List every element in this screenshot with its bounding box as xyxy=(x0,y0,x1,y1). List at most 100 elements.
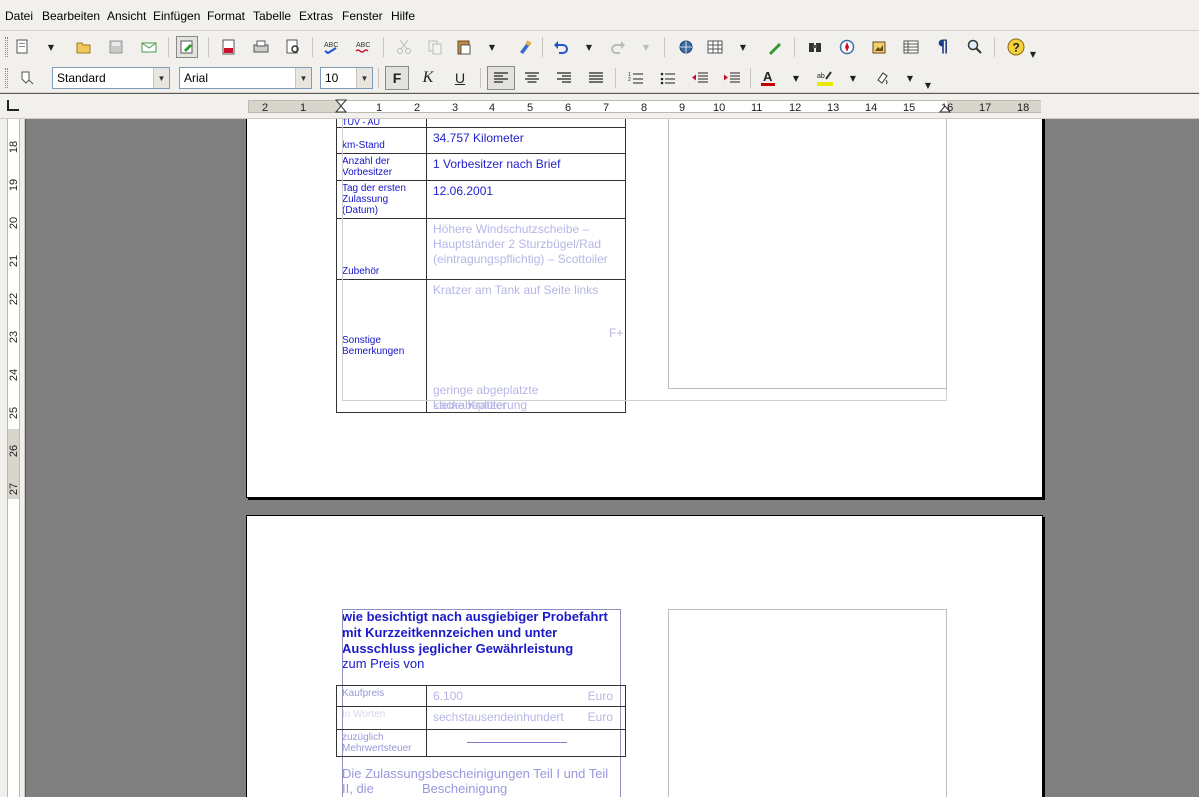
price-unit: Euro xyxy=(587,710,613,724)
menu-ansicht[interactable]: Ansicht xyxy=(107,9,146,23)
menu-bearbeiten[interactable]: Bearbeiten xyxy=(42,9,100,23)
page-2[interactable]: wie besichtigt nach ausgiebiger Probefah… xyxy=(246,515,1043,797)
menu-datei[interactable]: Datei xyxy=(5,9,33,23)
left-indent-marker[interactable] xyxy=(335,99,347,113)
paste-icon[interactable] xyxy=(453,36,475,58)
table-cell-value[interactable] xyxy=(426,729,626,757)
align-justify-icon[interactable] xyxy=(585,67,607,89)
price-table: Kaufpreis 6.100 Euro In Worten sechstaus… xyxy=(336,685,626,757)
svg-text:ABC: ABC xyxy=(324,42,338,49)
horizontal-ruler[interactable]: 2 1 1 2 3 4 5 6 7 8 9 10 11 12 13 14 15 … xyxy=(0,94,1199,119)
ruler-tick-label: 8 xyxy=(641,102,648,114)
chevron-down-icon[interactable]: ▼ xyxy=(738,36,748,58)
spellcheck-icon[interactable]: ABC xyxy=(321,36,343,58)
ruler-tick-label: 14 xyxy=(865,102,878,114)
tab-stop-selector[interactable] xyxy=(7,100,19,111)
chevron-down-icon[interactable]: ▼ xyxy=(584,36,594,58)
cut-icon[interactable] xyxy=(393,36,415,58)
document-area[interactable]: TÜV - AU km-Stand 34.757 Kilometer Anzah… xyxy=(26,119,1199,797)
chevron-down-icon[interactable]: ▼ xyxy=(905,67,915,89)
zoom-icon[interactable] xyxy=(964,36,986,58)
numbering-icon[interactable]: 12 xyxy=(625,67,647,89)
bold-button[interactable]: F xyxy=(385,66,409,90)
menu-fenster[interactable]: Fenster xyxy=(342,9,383,23)
help-icon[interactable]: ? xyxy=(1005,36,1027,58)
open-icon[interactable] xyxy=(73,36,95,58)
paragraph-style-select[interactable]: Standard ▼ xyxy=(52,67,170,89)
font-size-select[interactable]: 10 ▼ xyxy=(320,67,373,89)
export-pdf-icon[interactable] xyxy=(218,36,240,58)
vertical-ruler[interactable]: 18 19 20 21 22 23 24 25 26 27 xyxy=(0,119,25,797)
chevron-down-icon[interactable]: ▼ xyxy=(848,67,858,89)
edit-mode-icon[interactable] xyxy=(176,36,198,58)
image-frame[interactable] xyxy=(668,119,947,389)
chevron-down-icon[interactable]: ▼ xyxy=(356,68,372,88)
chevron-down-icon[interactable]: ▼ xyxy=(791,67,801,89)
draw-functions-icon[interactable] xyxy=(764,36,786,58)
page-1[interactable]: TÜV - AU km-Stand 34.757 Kilometer Anzah… xyxy=(246,119,1043,498)
align-right-icon[interactable] xyxy=(553,67,575,89)
menu-bar: Datei Bearbeiten Ansicht Einfügen Format… xyxy=(0,0,1199,31)
font-size-value: 10 xyxy=(325,71,339,85)
page-preview-icon[interactable] xyxy=(282,36,304,58)
table-row: zuzüglich Mehrwertsteuer xyxy=(336,729,626,757)
hyperlink-icon[interactable] xyxy=(675,36,697,58)
ruler-tick-label: 11 xyxy=(751,102,763,114)
data-sources-icon[interactable] xyxy=(900,36,922,58)
find-replace-icon[interactable] xyxy=(804,36,826,58)
new-document-icon[interactable] xyxy=(12,36,34,58)
navigator-icon[interactable] xyxy=(836,36,858,58)
menu-einfuegen[interactable]: Einfügen xyxy=(153,9,200,23)
format-paintbrush-icon[interactable] xyxy=(514,36,536,58)
toolbar-grip[interactable] xyxy=(5,68,8,88)
background-color-icon[interactable] xyxy=(871,67,893,89)
ruler-tick-label: 24 xyxy=(8,368,20,382)
table-cell-label[interactable]: Kaufpreis xyxy=(336,685,427,707)
menu-format[interactable]: Format xyxy=(207,9,245,23)
redo-icon[interactable] xyxy=(607,36,629,58)
highlighting-icon[interactable]: ab xyxy=(814,67,836,89)
undo-icon[interactable] xyxy=(550,36,572,58)
font-name-select[interactable]: Arial ▼ xyxy=(179,67,312,89)
ruler-tick-label: 18 xyxy=(8,140,20,154)
underline-button[interactable]: U xyxy=(449,67,471,89)
svg-text:?: ? xyxy=(1013,41,1020,55)
menu-hilfe[interactable]: Hilfe xyxy=(391,9,415,23)
right-indent-marker[interactable] xyxy=(939,99,951,113)
toolbar-grip[interactable] xyxy=(5,37,8,57)
ruler-tick-label: 23 xyxy=(8,330,20,344)
chevron-down-icon[interactable]: ▼ xyxy=(153,68,169,88)
chevron-down-icon[interactable]: ▼ xyxy=(923,74,933,96)
print-icon[interactable] xyxy=(250,36,272,58)
menu-extras[interactable]: Extras xyxy=(299,9,333,23)
align-center-icon[interactable] xyxy=(521,67,543,89)
image-frame[interactable] xyxy=(668,609,947,797)
decrease-indent-icon[interactable] xyxy=(689,67,711,89)
table-cell-label[interactable]: In Worten xyxy=(336,706,427,730)
save-icon[interactable] xyxy=(105,36,127,58)
ruler-tick-label: 18 xyxy=(1017,102,1030,114)
table-cell-label[interactable]: zuzüglich Mehrwertsteuer xyxy=(336,729,427,757)
align-left-icon[interactable] xyxy=(487,66,515,90)
gallery-icon[interactable] xyxy=(868,36,890,58)
table-cell-value[interactable]: 6.100 Euro xyxy=(426,685,626,707)
email-icon[interactable] xyxy=(138,36,160,58)
table-cell-value[interactable]: sechstausendeinhundert Euro xyxy=(426,706,626,730)
chevron-down-icon[interactable]: ▼ xyxy=(641,36,651,58)
chevron-down-icon[interactable]: ▼ xyxy=(487,36,497,58)
table-row: Kaufpreis 6.100 Euro xyxy=(336,685,626,707)
chevron-down-icon[interactable]: ▼ xyxy=(46,36,56,58)
chevron-down-icon[interactable]: ▼ xyxy=(295,68,311,88)
italic-button[interactable]: K xyxy=(417,67,439,89)
copy-icon[interactable] xyxy=(424,36,446,58)
bullets-icon[interactable] xyxy=(657,67,679,89)
font-color-icon[interactable]: A xyxy=(757,67,779,89)
formatting-marks-icon[interactable]: ¶ xyxy=(932,36,954,58)
autospellcheck-icon[interactable]: ABC xyxy=(353,36,375,58)
ruler-tick-label: 17 xyxy=(979,102,992,114)
increase-indent-icon[interactable] xyxy=(721,67,743,89)
ruler-tick-label: 27 xyxy=(8,482,20,496)
styles-formatting-icon[interactable] xyxy=(16,67,38,89)
table-icon[interactable] xyxy=(704,36,726,58)
menu-tabelle[interactable]: Tabelle xyxy=(253,9,291,23)
